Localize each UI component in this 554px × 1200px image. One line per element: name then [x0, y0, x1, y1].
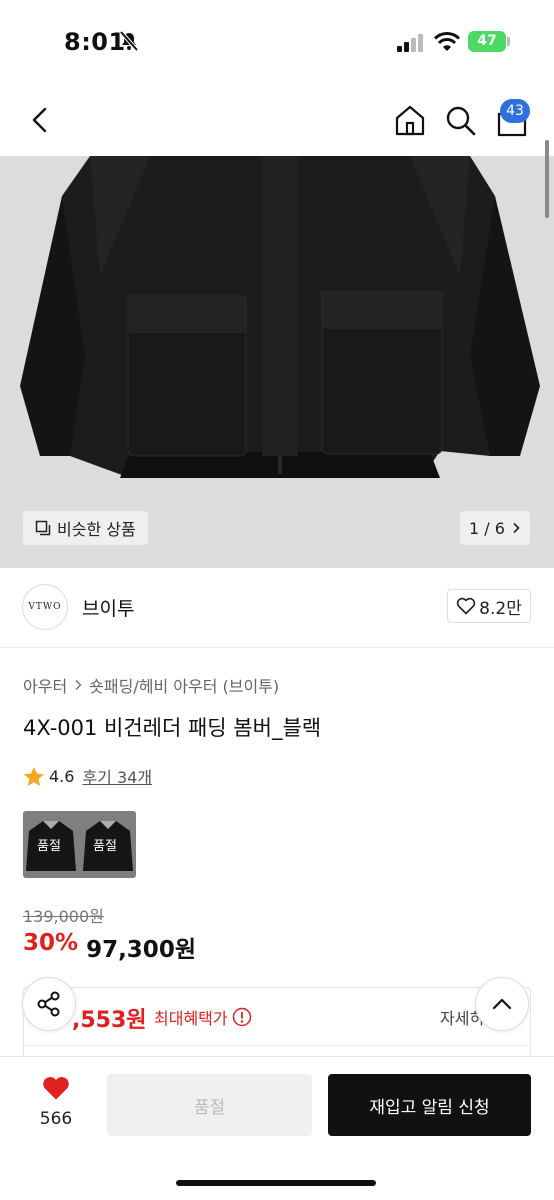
- heart-outline-icon: [456, 597, 476, 615]
- product-title: 4X-001 비건레더 패딩 봄버_블랙: [23, 716, 322, 740]
- benefit-label: 최대혜택가: [154, 1009, 228, 1028]
- original-price: 139,000원: [23, 907, 104, 926]
- benefit-label-row: 최대혜택가: [154, 1005, 252, 1029]
- wishlist-count: 566: [39, 1109, 73, 1129]
- similar-icon: [35, 520, 51, 536]
- brand-name[interactable]: 브이투: [82, 594, 134, 621]
- search-icon[interactable]: [442, 102, 478, 138]
- battery-indicator: 47: [468, 31, 506, 52]
- rating-value: 4.6: [49, 766, 75, 786]
- star-icon: [24, 766, 44, 786]
- wifi-icon: [434, 32, 460, 51]
- soldout-label: 품절: [37, 839, 61, 854]
- share-icon: [37, 991, 60, 1017]
- chevron-right-icon: [75, 679, 82, 691]
- brand-like-button[interactable]: 8.2만: [447, 589, 531, 623]
- back-icon[interactable]: [22, 102, 58, 138]
- benefit-price: ,553원: [72, 1008, 147, 1033]
- chevron-right-icon: [513, 522, 520, 534]
- chevron-up-icon: [492, 998, 512, 1010]
- color-option-thumbnail[interactable]: 품절 품절: [23, 811, 136, 878]
- breadcrumb: 아우터 숏패딩/헤비 아우터 (브이투): [23, 673, 279, 697]
- brand-like-count: 8.2만: [479, 598, 522, 619]
- price-row: 30% 97,300원: [23, 930, 196, 964]
- breadcrumb-item[interactable]: 아우터: [23, 673, 67, 697]
- home-icon[interactable]: [392, 102, 428, 138]
- page-indicator-text: 1 / 6: [469, 518, 505, 538]
- top-nav: [0, 84, 554, 156]
- battery-tip: [507, 37, 510, 46]
- wishlist-button[interactable]: 566: [26, 1075, 86, 1135]
- info-icon[interactable]: [232, 1007, 252, 1027]
- scroll-thumb[interactable]: [545, 140, 549, 218]
- similar-products-button[interactable]: 비슷한 상품: [23, 511, 148, 545]
- breadcrumb-item[interactable]: 숏패딩/헤비 아우터 (브이투): [89, 673, 279, 697]
- restock-alert-button[interactable]: 재입고 알림 신청: [328, 1074, 531, 1136]
- max-benefit-box[interactable]: ,553원 최대혜택가 자세히: [23, 987, 531, 1057]
- soldout-button[interactable]: 품절: [107, 1074, 312, 1136]
- brand-row: VTWO 브이투 8.2만: [0, 568, 554, 648]
- sale-price: 97,300원: [86, 937, 196, 963]
- jacket-photo: [0, 156, 554, 568]
- bell-off-icon: [119, 30, 139, 52]
- scroll-top-button[interactable]: [475, 977, 529, 1031]
- discount-rate: 30%: [23, 930, 79, 956]
- image-page-indicator[interactable]: 1 / 6: [460, 511, 530, 545]
- bottom-action-bar: 566 품절 재입고 알림 신청: [0, 1056, 554, 1200]
- rating-row: 4.6 후기 34개: [23, 764, 152, 788]
- review-link[interactable]: 후기 34개: [82, 764, 152, 788]
- product-image[interactable]: [0, 156, 554, 568]
- cart-count-badge: 43: [500, 99, 530, 123]
- status-bar: 8:01 47: [0, 0, 554, 84]
- share-button[interactable]: [22, 977, 76, 1031]
- status-time: 8:01: [64, 28, 126, 56]
- signal-icon: [397, 34, 423, 52]
- divider: [23, 1045, 531, 1046]
- brand-logo[interactable]: VTWO: [22, 584, 68, 630]
- home-indicator[interactable]: [176, 1180, 376, 1186]
- soldout-label: 품절: [93, 839, 117, 854]
- heart-filled-icon: [43, 1076, 69, 1100]
- similar-products-label: 비슷한 상품: [57, 520, 136, 539]
